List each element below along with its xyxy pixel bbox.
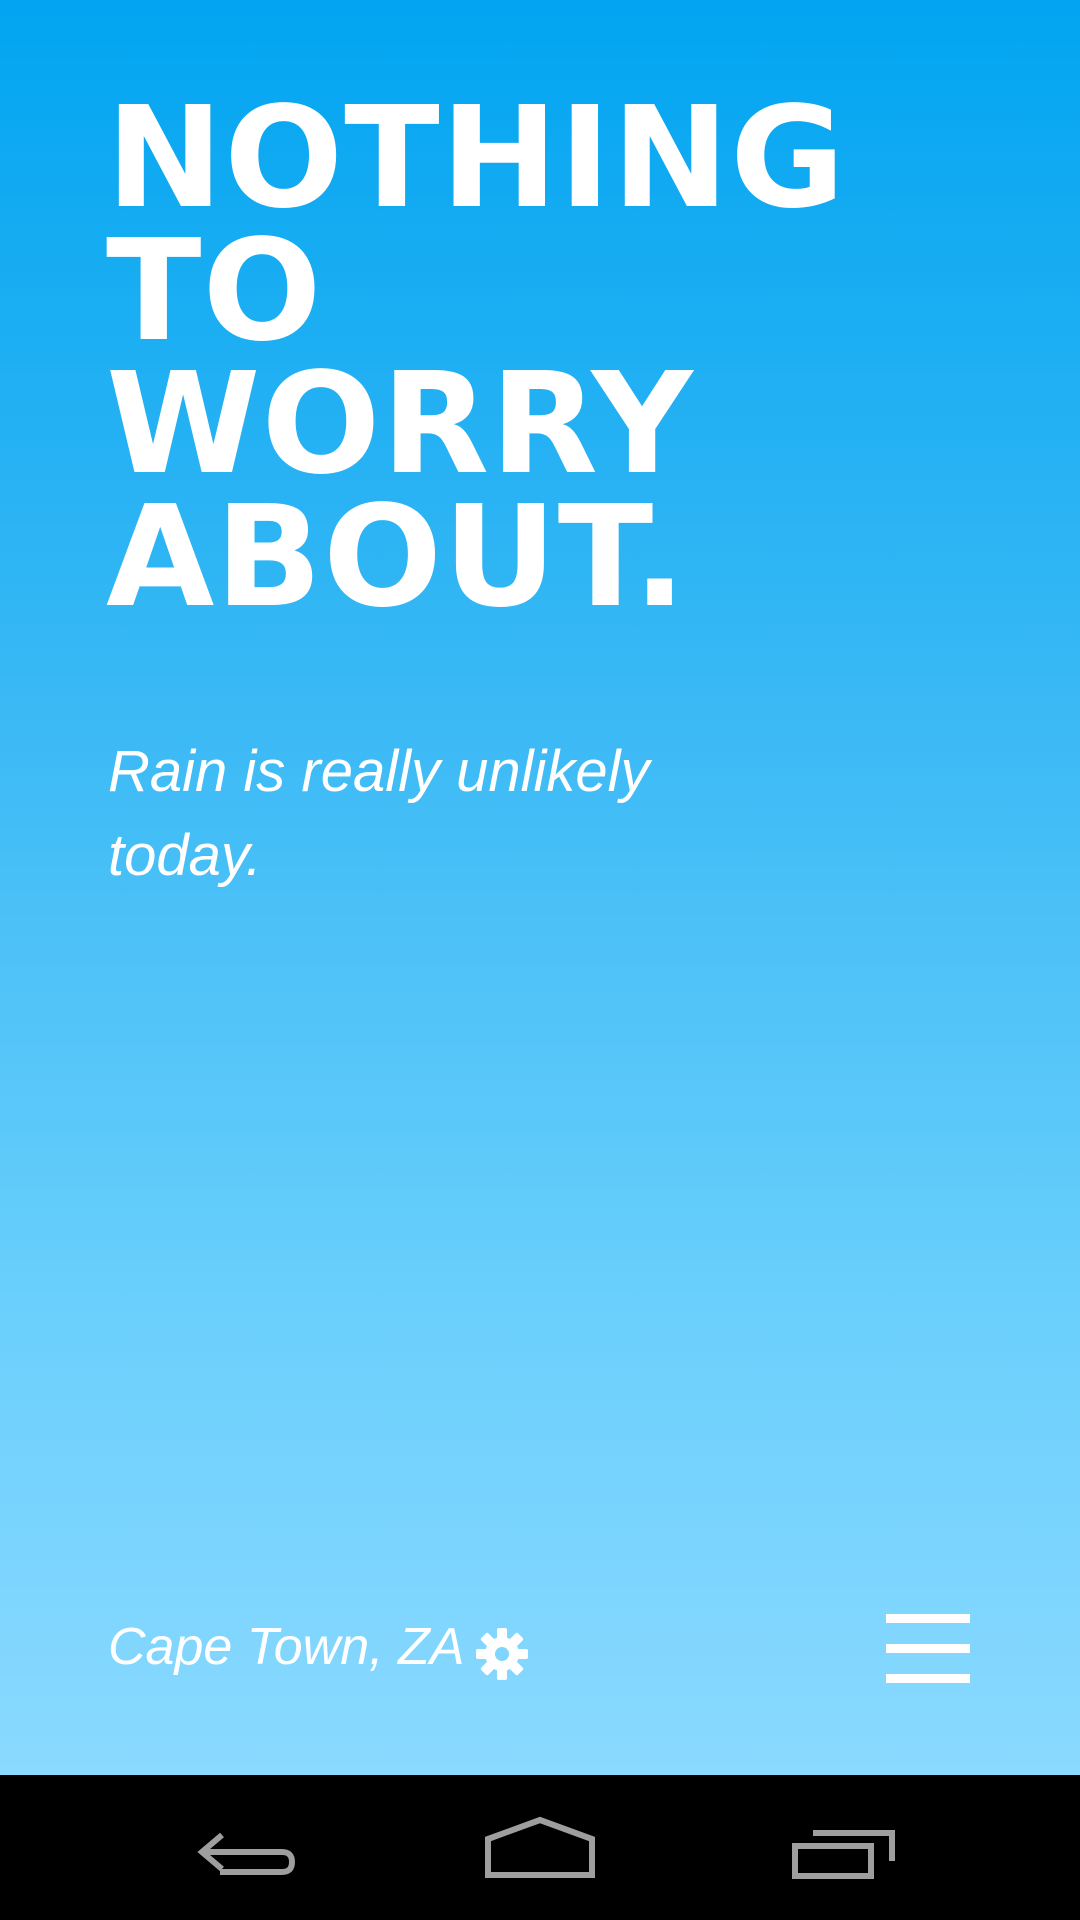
headline-line: ABOUT. (106, 476, 688, 639)
footer: Cape Town, ZA (0, 1600, 1080, 1700)
location-label[interactable]: Cape Town, ZA (108, 1615, 464, 1679)
recent-apps-icon[interactable] (775, 1795, 915, 1900)
back-icon[interactable] (170, 1795, 310, 1900)
gear-icon[interactable] (474, 1626, 530, 1682)
headline-line: TO (106, 210, 323, 373)
system-navigation-bar (0, 1775, 1080, 1920)
headline: NOTHING TO WORRY ABOUT. (106, 77, 966, 639)
hamburger-menu-icon[interactable] (886, 1614, 970, 1684)
menu-bar (886, 1644, 970, 1653)
headline-line: NOTHING (106, 77, 847, 240)
home-icon[interactable] (470, 1795, 610, 1900)
menu-bar (886, 1674, 970, 1683)
screen: NOTHING TO WORRY ABOUT. Rain is really u… (0, 0, 1080, 1920)
app-background: NOTHING TO WORRY ABOUT. Rain is really u… (0, 0, 1080, 1775)
menu-bar (886, 1614, 970, 1623)
forecast-subtitle: Rain is really unlikely today. (108, 739, 650, 888)
headline-line: WORRY (106, 343, 694, 506)
